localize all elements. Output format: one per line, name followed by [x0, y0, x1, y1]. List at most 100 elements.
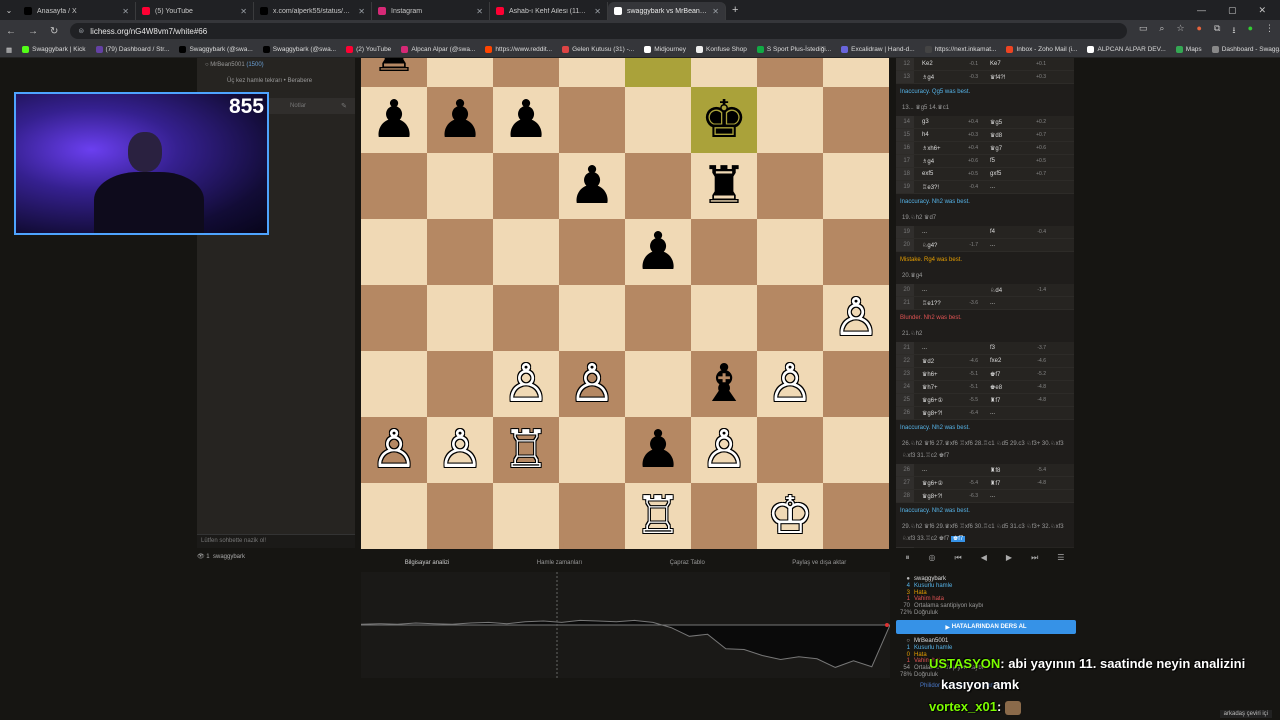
black-move[interactable]: ... — [982, 493, 1050, 499]
black-move[interactable]: ♜f7 -4.8 — [982, 480, 1050, 487]
bookmark-item[interactable]: ALPCAN ALPAR DEV... — [1087, 46, 1166, 53]
board-square[interactable] — [625, 351, 691, 417]
board-square[interactable] — [427, 285, 493, 351]
board-square[interactable] — [823, 219, 889, 285]
extensions-puzzle-icon[interactable]: ⧉ — [1214, 23, 1220, 39]
board-square[interactable] — [559, 483, 625, 549]
first-move-icon[interactable]: ⏮ — [955, 553, 962, 567]
board-square[interactable] — [493, 219, 559, 285]
white-piece[interactable]: ♔ — [757, 483, 823, 549]
white-piece[interactable]: ♖ — [625, 483, 691, 549]
tab-close-icon[interactable]: ✕ — [712, 7, 719, 16]
bookmark-item[interactable]: https://next.inkamat... — [924, 46, 996, 53]
board-square[interactable] — [823, 417, 889, 483]
bookmark-item[interactable]: Maps — [1175, 46, 1202, 53]
bookmark-item[interactable]: S Sport Plus-İstediği... — [756, 46, 831, 53]
bookmark-item[interactable]: Konfuse Shop — [696, 46, 747, 53]
white-move[interactable]: ♛h7+ -5.1 — [914, 384, 982, 391]
white-move[interactable]: ♖e1?? -3.6 — [914, 300, 982, 307]
board-square[interactable] — [823, 87, 889, 153]
white-move[interactable]: ♗g4 -0.3 — [914, 74, 982, 81]
black-move[interactable]: ... — [982, 410, 1050, 416]
white-move[interactable]: ♛h6+ -5.1 — [914, 371, 982, 378]
black-piece[interactable]: ♜ — [361, 58, 427, 87]
white-move[interactable]: Ke2 -0.1 — [914, 61, 982, 67]
board-square[interactable] — [493, 58, 559, 87]
white-move[interactable]: ... — [914, 467, 982, 473]
browser-tab[interactable]: Instagram ✕ — [372, 2, 490, 20]
extension-icon[interactable]: ● — [1197, 23, 1202, 39]
black-piece[interactable]: ♝ — [691, 351, 757, 417]
tab-close-icon[interactable]: ✕ — [594, 7, 601, 16]
white-piece[interactable]: ♙ — [493, 351, 559, 417]
close-window-icon[interactable]: ✕ — [1258, 5, 1266, 16]
board-square[interactable] — [361, 219, 427, 285]
white-piece[interactable]: ♙ — [757, 351, 823, 417]
black-move[interactable]: ♛g7 +0.6 — [982, 145, 1050, 152]
board-square[interactable] — [691, 483, 757, 549]
bookmark-item[interactable]: Dashboard - Swagg... — [1211, 46, 1280, 53]
white-move[interactable]: ... — [914, 229, 982, 235]
white-move[interactable]: ♗xh6+ +0.4 — [914, 145, 982, 152]
menu-dots-icon[interactable]: ⋮ — [1265, 23, 1274, 39]
chess-board[interactable]: ♜♟♟♟♚♟♜♟♙♙♙♝♙♙♙♖♟♙♖♔abcdefgh — [361, 58, 890, 550]
white-move[interactable]: ♛g8+?! -6.4 — [914, 410, 982, 417]
board-square[interactable] — [691, 285, 757, 351]
board-square[interactable] — [625, 285, 691, 351]
black-piece[interactable]: ♟ — [559, 153, 625, 219]
browser-tab[interactable]: (5) YouTube ✕ — [136, 2, 254, 20]
bookmark-item[interactable]: Gelen Kutusu (31) -... — [562, 46, 634, 53]
translate-badge[interactable]: arkadaş çeviri içi — [1219, 710, 1272, 718]
bookmark-item[interactable]: Swaggybark (@swa... — [262, 46, 336, 53]
edit-icon[interactable]: ✎ — [341, 102, 347, 110]
black-move[interactable]: fxe2 -4.6 — [982, 358, 1050, 364]
board-square[interactable] — [559, 417, 625, 483]
white-piece[interactable]: ♙ — [361, 417, 427, 483]
black-move[interactable]: f5 +0.5 — [982, 158, 1050, 164]
white-move[interactable]: ♛d2 -4.6 — [914, 358, 982, 365]
board-square[interactable] — [691, 219, 757, 285]
bookmark-item[interactable]: Inbox - Zoho Mail (i... — [1006, 46, 1077, 53]
profile-icon[interactable]: ● — [1248, 23, 1253, 39]
black-piece[interactable]: ♜ — [691, 153, 757, 219]
new-tab-icon[interactable]: + — [726, 4, 744, 16]
maximize-icon[interactable]: ▢ — [1228, 5, 1237, 16]
learn-from-mistakes-button[interactable]: ▶ HATALARINDAN DERS AL — [896, 620, 1076, 634]
board-square[interactable] — [493, 153, 559, 219]
board-square[interactable] — [757, 285, 823, 351]
last-move-icon[interactable]: ⏭ — [1031, 553, 1038, 567]
reload-icon[interactable]: ↻ — [50, 26, 58, 37]
variation-line[interactable]: 26.♘h2 ♛f6 27.♛xf6 ♖xf6 28.♖c1 ♘d5 29.c3… — [896, 436, 1074, 464]
board-square[interactable] — [823, 483, 889, 549]
white-piece[interactable]: ♙ — [691, 417, 757, 483]
white-piece[interactable]: ♙ — [427, 417, 493, 483]
board-square[interactable] — [559, 219, 625, 285]
black-move[interactable]: ♚f7 -5.2 — [982, 371, 1050, 378]
board-square[interactable] — [361, 351, 427, 417]
eval-graph[interactable] — [361, 572, 890, 678]
black-move[interactable]: ♚e8 -4.8 — [982, 384, 1050, 391]
board-square[interactable] — [361, 285, 427, 351]
selected-move[interactable]: ♚f7 — [950, 536, 966, 542]
board-square[interactable] — [427, 219, 493, 285]
browser-tab[interactable]: Anasayfa / X ✕ — [18, 2, 136, 20]
board-square[interactable] — [823, 58, 889, 87]
board-square[interactable] — [427, 483, 493, 549]
board-square[interactable] — [427, 351, 493, 417]
bookmark-item[interactable]: Alpcan Alpar (@swa... — [401, 46, 475, 53]
browser-tab[interactable]: x.com/alperk55/status/200989... ✕ — [254, 2, 372, 20]
tab-list-icon[interactable]: ⌄ — [0, 6, 18, 15]
bookmark-star-icon[interactable]: ☆ — [1176, 23, 1184, 39]
white-move[interactable]: ♘g4? -1.7 — [914, 242, 982, 249]
board-square[interactable] — [757, 417, 823, 483]
white-move[interactable]: ♗g4 +0.6 — [914, 158, 982, 165]
tab-close-icon[interactable]: ✕ — [358, 7, 365, 16]
url-field[interactable]: ⊜ lichess.org/nG4W8vm7/white#66 — [70, 23, 1127, 39]
black-move[interactable]: f4 -0.4 — [982, 229, 1050, 235]
white-move[interactable]: ... — [914, 345, 982, 351]
menu-icon[interactable]: ☰ — [1057, 553, 1064, 567]
white-move[interactable]: ♖e3?! -0.4 — [914, 184, 982, 191]
black-piece[interactable]: ♟ — [427, 87, 493, 153]
engine-icon[interactable]: ◎ — [929, 553, 936, 567]
white-piece[interactable]: ♙ — [559, 351, 625, 417]
